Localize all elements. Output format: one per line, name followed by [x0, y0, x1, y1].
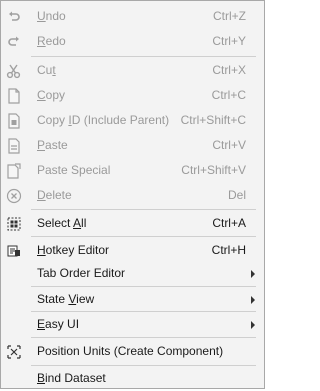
menu-item-easy-ui[interactable]: Easy UI	[1, 312, 264, 337]
menu-item-shortcut: Ctrl+Shift+C	[180, 113, 246, 127]
menu-item-undo[interactable]: Undo Ctrl+Z	[1, 4, 264, 29]
menu-separator	[31, 56, 256, 57]
menu-item-shortcut: Ctrl+A	[212, 216, 246, 230]
menu-item-delete[interactable]: Delete Del	[1, 183, 264, 208]
submenu-arrow-icon	[251, 296, 255, 304]
menu-item-state-view[interactable]: State View	[1, 287, 264, 312]
menu-item-hotkey-editor[interactable]: Hotkey Editor Ctrl+H	[1, 238, 264, 263]
menu-separator	[31, 337, 256, 338]
menu-item-label: Paste Special	[37, 163, 111, 177]
menu-item-label: State View	[37, 292, 95, 306]
paste-special-icon	[5, 162, 23, 180]
menu-separator	[31, 209, 256, 210]
menu-item-label: Delete	[37, 188, 72, 202]
menu-item-copy-id-include-parent[interactable]: Copy ID (Include Parent) Ctrl+Shift+C	[1, 108, 264, 133]
menu-item-shortcut: Ctrl+V	[212, 138, 246, 152]
menu-item-label: Redo	[37, 34, 66, 48]
menu-item-label: Copy ID (Include Parent)	[37, 113, 170, 127]
menu-item-label: Select All	[37, 216, 87, 230]
copy-icon	[5, 87, 23, 105]
menu-item-label: Undo	[37, 9, 66, 23]
delete-icon	[5, 187, 23, 205]
redo-icon	[5, 33, 23, 51]
menu-item-label: Copy	[37, 88, 66, 102]
select-all-icon	[5, 215, 23, 233]
menu-item-cut[interactable]: Cut Ctrl+X	[1, 58, 264, 83]
menu-item-label: Hotkey Editor	[37, 243, 110, 257]
menu-item-copy[interactable]: Copy Ctrl+C	[1, 83, 264, 108]
menu-item-bind-dataset[interactable]: Bind Dataset	[1, 366, 264, 391]
menu-item-shortcut: Ctrl+H	[211, 243, 246, 257]
menu-item-shortcut: Del	[227, 188, 246, 202]
menu-item-label: Paste	[37, 138, 68, 152]
edit-context-menu: Undo Ctrl+Z Redo Ctrl+Y Cut Ctrl+X Copy …	[0, 0, 265, 389]
undo-icon	[5, 8, 23, 26]
menu-item-paste[interactable]: Paste Ctrl+V	[1, 133, 264, 158]
scissors-icon	[5, 62, 23, 80]
menu-separator	[31, 236, 256, 237]
menu-item-label: Easy UI	[37, 317, 80, 331]
position-units-icon	[5, 343, 23, 361]
hotkey-editor-icon	[5, 242, 23, 260]
menu-item-label: Tab Order Editor	[37, 266, 126, 280]
menu-item-label: Bind Dataset	[37, 371, 106, 385]
menu-item-shortcut: Ctrl+C	[211, 88, 246, 102]
menu-item-redo[interactable]: Redo Ctrl+Y	[1, 29, 264, 54]
menu-item-shortcut: Ctrl+Y	[212, 34, 246, 48]
menu-item-shortcut: Ctrl+Z	[213, 9, 246, 23]
menu-item-select-all[interactable]: Select All Ctrl+A	[1, 211, 264, 236]
menu-item-shortcut: Ctrl+X	[212, 63, 246, 77]
menu-item-tab-order-editor[interactable]: Tab Order Editor	[1, 261, 264, 286]
paste-icon	[5, 137, 23, 155]
menu-item-paste-special[interactable]: Paste Special Ctrl+Shift+V	[1, 158, 264, 183]
menu-item-shortcut: Ctrl+Shift+V	[181, 163, 246, 177]
copy-id-icon	[5, 112, 23, 130]
menu-item-position-units[interactable]: Position Units (Create Component)	[1, 339, 264, 364]
submenu-arrow-icon	[251, 270, 255, 278]
submenu-arrow-icon	[251, 321, 255, 329]
menu-item-label: Cut	[37, 63, 56, 77]
menu-item-label: Position Units (Create Component)	[37, 344, 224, 358]
